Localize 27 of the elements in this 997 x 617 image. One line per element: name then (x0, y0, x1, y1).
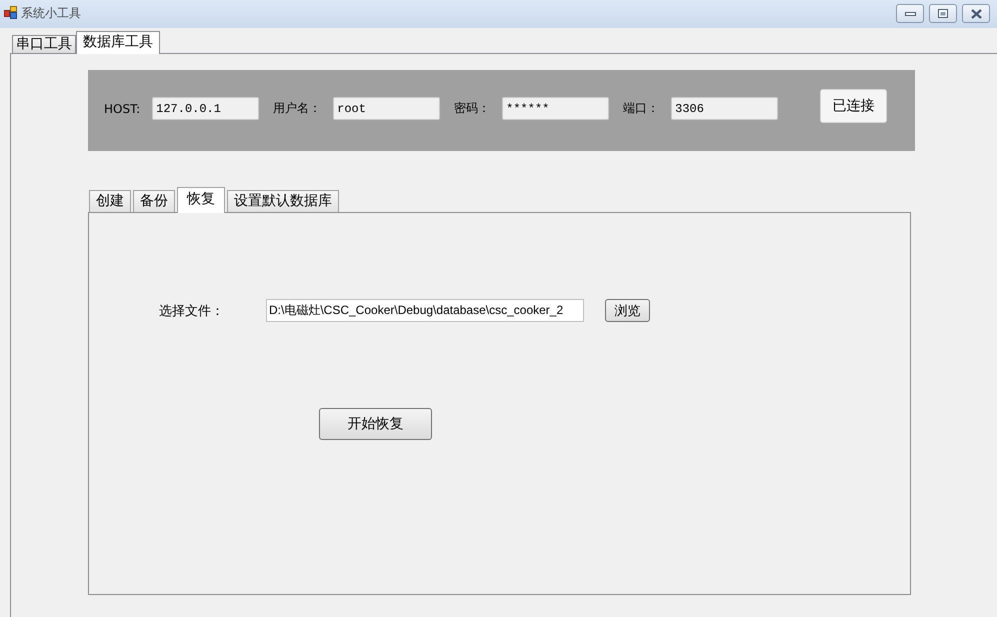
minimize-button[interactable] (896, 4, 924, 23)
tab[interactable]: 串口工具 (12, 35, 76, 53)
connect-button[interactable]: 已连接 (820, 88, 887, 122)
minimize-icon (904, 12, 916, 16)
field-label: 选择文件： (159, 302, 225, 320)
tab[interactable]: 恢复 (177, 187, 225, 213)
file-path-field[interactable]: D:\电磁灶\CSC_Cooker\Debug\database\csc_cooker_2 (266, 299, 584, 322)
field-label: 密码： (454, 100, 490, 117)
field-label: HOST: (104, 102, 140, 116)
maximize-icon (938, 9, 948, 18)
close-icon (970, 8, 982, 18)
start-restore-button[interactable]: 开始恢复 (319, 408, 432, 440)
app-icon (4, 6, 17, 19)
maximize-button[interactable] (929, 4, 957, 23)
tab[interactable]: 创建 (89, 190, 131, 212)
text-field[interactable]: root (333, 97, 440, 120)
tab[interactable]: 设置默认数据库 (227, 190, 339, 212)
text-field[interactable]: 127.0.0.1 (152, 97, 260, 120)
tab[interactable]: 数据库工具 (76, 31, 160, 54)
field-label: 端口： (623, 100, 660, 117)
window-title: 系统小工具 (21, 5, 82, 22)
close-button[interactable] (962, 4, 990, 23)
browse-button[interactable]: 浏览 (605, 299, 650, 322)
field-label: 用户名： (273, 100, 322, 117)
text-field[interactable]: ****** (502, 97, 610, 120)
tab[interactable]: 备份 (133, 190, 175, 212)
text-field[interactable]: 3306 (671, 97, 778, 120)
